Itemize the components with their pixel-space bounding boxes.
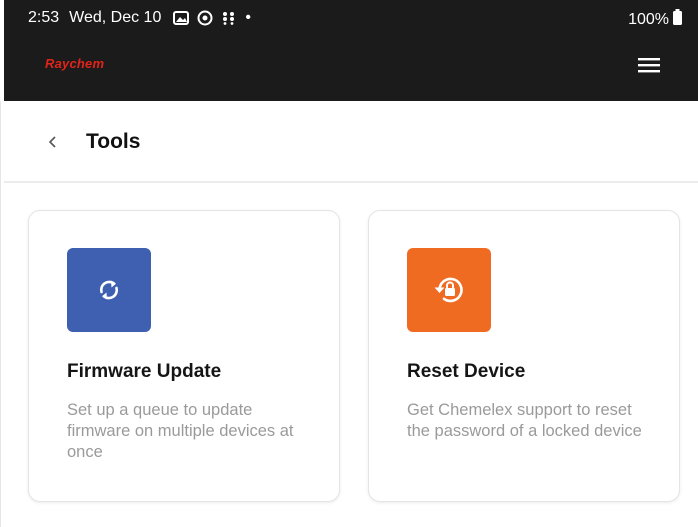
lock-reset-icon <box>407 248 491 332</box>
card-title: Reset Device <box>407 361 526 382</box>
reset-device-card[interactable]: Reset Device Get Chemelex support to res… <box>368 210 680 502</box>
firmware-update-card[interactable]: Firmware Update Set up a queue to update… <box>28 210 340 502</box>
chevron-left-icon <box>48 136 56 148</box>
battery-icon <box>673 9 682 30</box>
hamburger-menu-icon <box>638 58 660 73</box>
card-description: Set up a queue to update firmware on mul… <box>67 401 294 461</box>
image-icon <box>173 11 190 25</box>
status-right: 100% <box>628 9 682 30</box>
brand-logo: Raychem <box>45 56 105 71</box>
top-bar: 2:53 Wed, Dec 10 • 100% Raychem <box>4 0 698 101</box>
tools-screen: 2:53 Wed, Dec 10 • 100% Raychem Tools Fi… <box>0 0 698 527</box>
status-time: 2:53 <box>28 9 60 26</box>
status-dot: • <box>245 9 251 26</box>
status-bar: 2:53 Wed, Dec 10 • 100% <box>4 0 698 40</box>
battery-percent: 100% <box>628 10 669 28</box>
card-description: Get Chemelex support to reset the passwo… <box>407 401 642 440</box>
record-icon <box>197 10 213 26</box>
page-header: Tools <box>4 101 698 183</box>
dots-icon <box>221 11 237 25</box>
card-title: Firmware Update <box>67 361 222 382</box>
hamburger-menu-button[interactable] <box>632 52 666 78</box>
status-left: 2:53 Wed, Dec 10 • <box>28 9 251 27</box>
status-date: Wed, Dec 10 <box>69 9 162 26</box>
page-title: Tools <box>86 130 141 153</box>
back-button[interactable] <box>40 129 66 155</box>
status-icons: • <box>173 9 251 27</box>
sync-icon <box>67 248 151 332</box>
